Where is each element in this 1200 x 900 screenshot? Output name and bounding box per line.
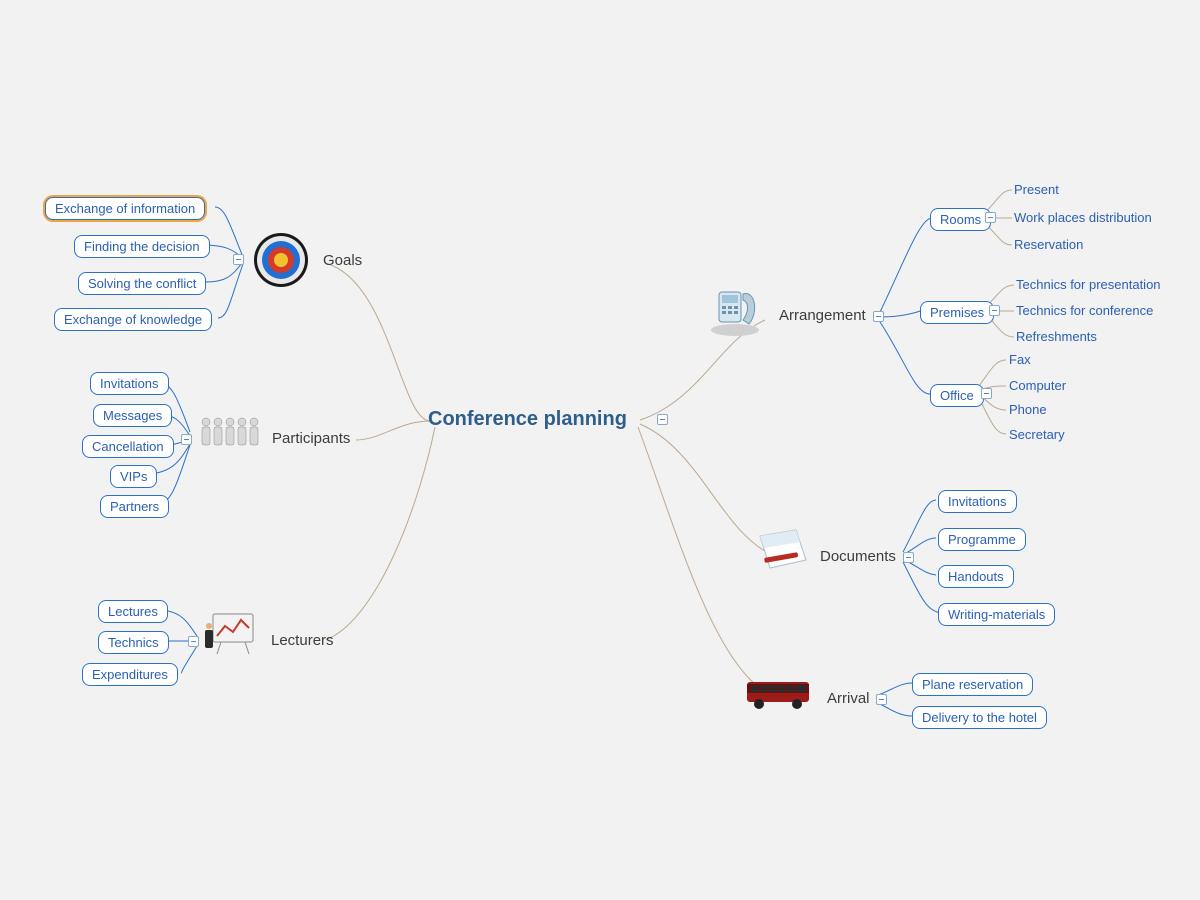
- premises-item[interactable]: Technics for conference: [1016, 303, 1153, 318]
- mindmap-canvas: Conference planning Goals Exchange of in…: [0, 0, 1200, 900]
- participants-label[interactable]: Participants: [272, 430, 350, 447]
- documents-label[interactable]: Documents: [820, 548, 896, 565]
- premises-item[interactable]: Technics for presentation: [1016, 277, 1161, 292]
- people-icon: [197, 413, 261, 463]
- documents-item[interactable]: Invitations: [938, 490, 1017, 513]
- goals-label[interactable]: Goals: [323, 252, 362, 269]
- expand-icon[interactable]: [873, 311, 884, 322]
- lecturers-item[interactable]: Technics: [98, 631, 169, 654]
- expand-icon[interactable]: [981, 388, 992, 399]
- rooms-item[interactable]: Present: [1014, 182, 1059, 197]
- arrival-label[interactable]: Arrival: [827, 690, 870, 707]
- phone-icon: [705, 284, 765, 340]
- office-item[interactable]: Phone: [1009, 402, 1047, 417]
- expand-icon[interactable]: [233, 254, 244, 265]
- participants-item[interactable]: Messages: [93, 404, 172, 427]
- office-item[interactable]: Computer: [1009, 378, 1066, 393]
- documents-item[interactable]: Handouts: [938, 565, 1014, 588]
- office-label[interactable]: Office: [930, 384, 984, 407]
- expand-icon[interactable]: [985, 212, 996, 223]
- expand-icon[interactable]: [181, 434, 192, 445]
- expand-icon[interactable]: [657, 414, 668, 425]
- rooms-item[interactable]: Reservation: [1014, 237, 1083, 252]
- goals-item[interactable]: Exchange of information: [45, 197, 205, 220]
- goals-item[interactable]: Finding the decision: [74, 235, 210, 258]
- documents-item[interactable]: Programme: [938, 528, 1026, 551]
- lecturers-item[interactable]: Expenditures: [82, 663, 178, 686]
- connector-lines: [0, 0, 1200, 900]
- target-icon: [251, 230, 311, 290]
- arrival-item[interactable]: Plane reservation: [912, 673, 1033, 696]
- expand-icon[interactable]: [876, 694, 887, 705]
- participants-item[interactable]: Invitations: [90, 372, 169, 395]
- expand-icon[interactable]: [188, 636, 199, 647]
- office-item[interactable]: Secretary: [1009, 427, 1065, 442]
- rooms-item[interactable]: Work places distribution: [1014, 210, 1152, 225]
- premises-label[interactable]: Premises: [920, 301, 994, 324]
- participants-item[interactable]: Partners: [100, 495, 169, 518]
- note-icon: [756, 528, 812, 576]
- presentation-icon: [203, 608, 263, 668]
- lecturers-item[interactable]: Lectures: [98, 600, 168, 623]
- expand-icon[interactable]: [903, 552, 914, 563]
- goals-item[interactable]: Exchange of knowledge: [54, 308, 212, 331]
- expand-icon[interactable]: [989, 305, 1000, 316]
- premises-item[interactable]: Refreshments: [1016, 329, 1097, 344]
- goals-item[interactable]: Solving the conflict: [78, 272, 206, 295]
- office-item[interactable]: Fax: [1009, 352, 1031, 367]
- rooms-label[interactable]: Rooms: [930, 208, 991, 231]
- arrival-item[interactable]: Delivery to the hotel: [912, 706, 1047, 729]
- participants-item[interactable]: VIPs: [110, 465, 157, 488]
- root-node[interactable]: Conference planning: [428, 408, 627, 431]
- bus-icon: [745, 676, 817, 716]
- lecturers-label[interactable]: Lecturers: [271, 632, 334, 649]
- participants-item[interactable]: Cancellation: [82, 435, 174, 458]
- arrangement-label[interactable]: Arrangement: [779, 307, 866, 324]
- documents-item[interactable]: Writing-materials: [938, 603, 1055, 626]
